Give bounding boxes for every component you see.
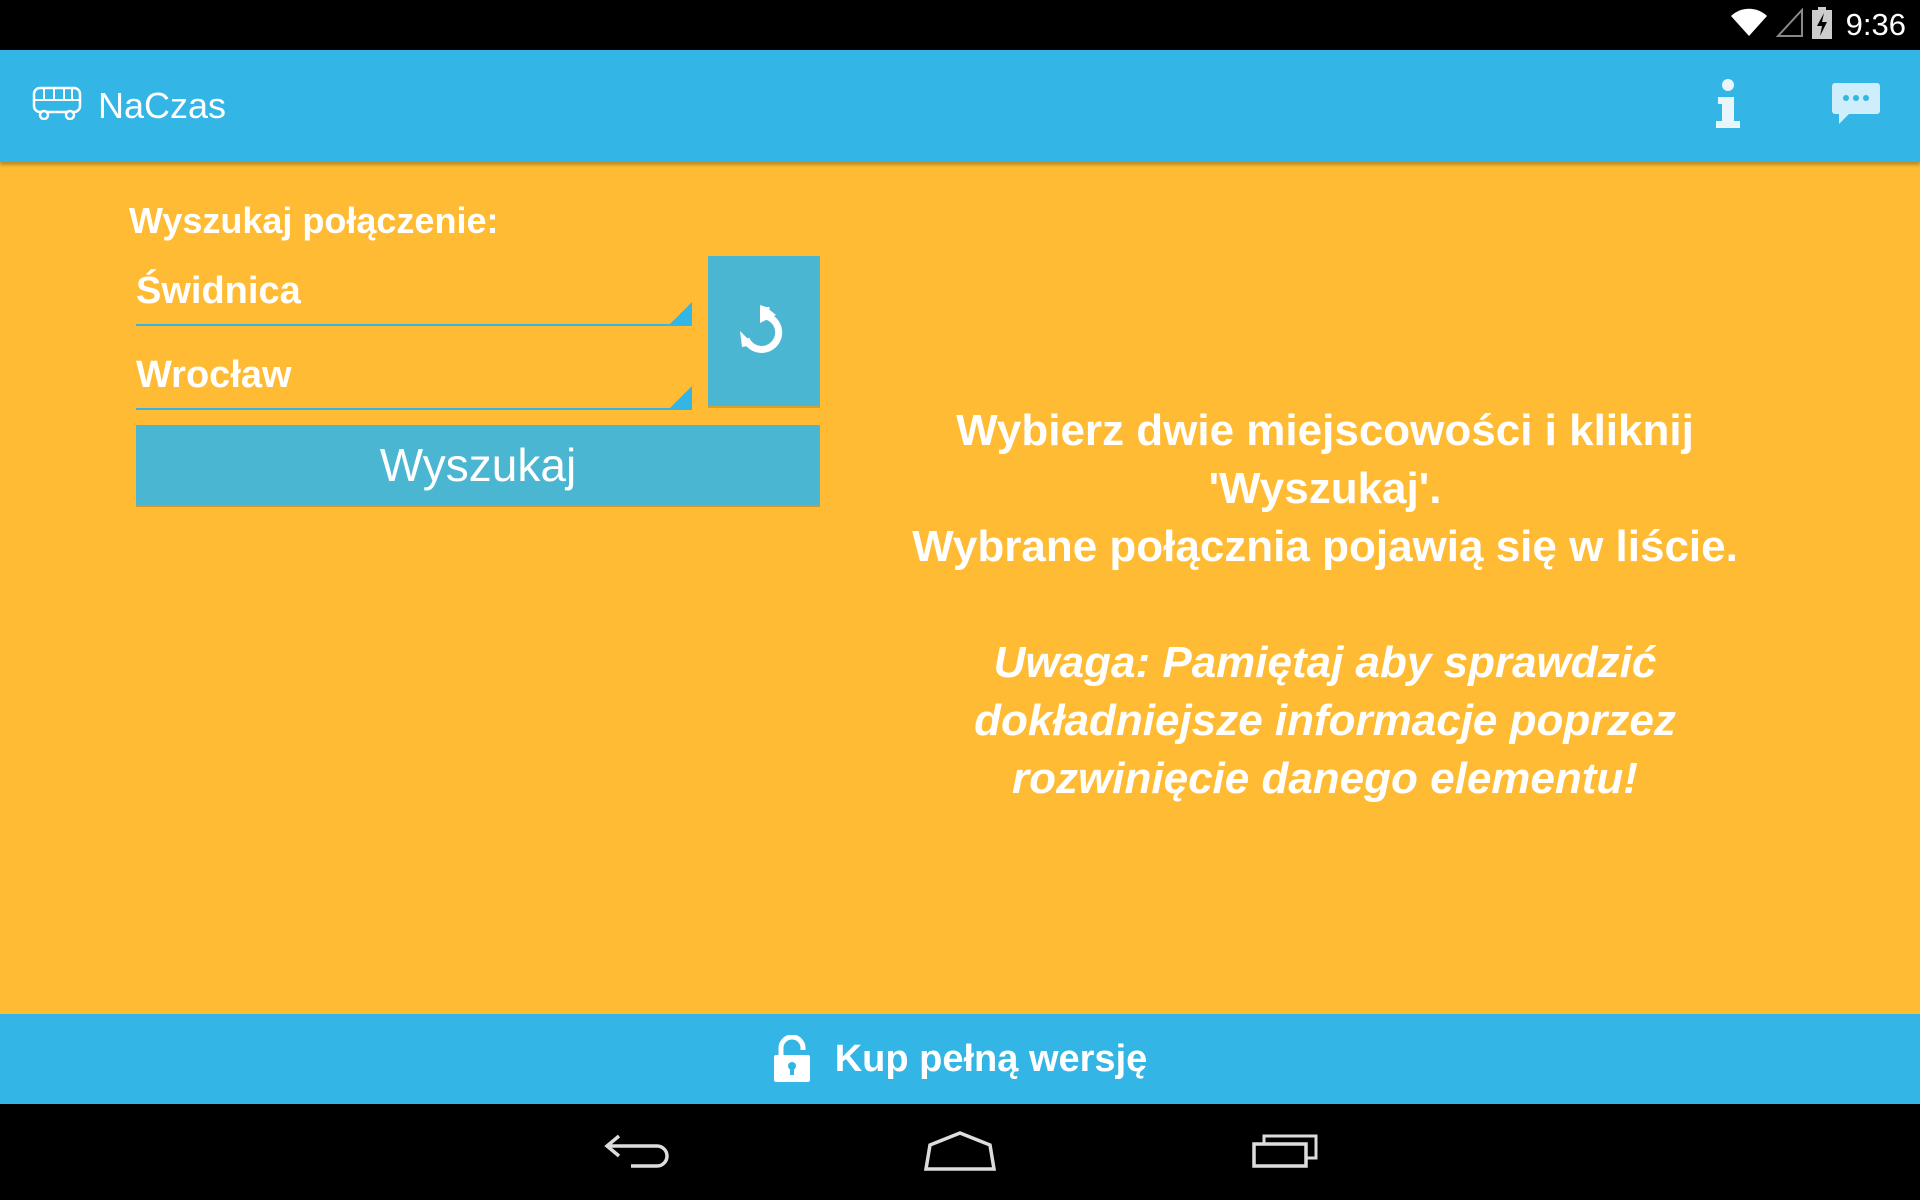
- action-bar: NaCzas: [0, 50, 1920, 162]
- clock: 9:36: [1845, 7, 1906, 42]
- to-city-spinner[interactable]: Wrocław: [136, 342, 692, 410]
- recents-button[interactable]: [1246, 1126, 1324, 1178]
- instructions-line-1: Wybierz dwie miejscowości i kliknij 'Wys…: [956, 406, 1694, 513]
- back-icon: [601, 1130, 671, 1175]
- instructions-line-2: Wybrane połącznia pojawią się w liście.: [912, 522, 1738, 571]
- swap-cities-button[interactable]: [708, 256, 820, 406]
- swap-icon: [736, 301, 792, 362]
- chat-icon: [1831, 81, 1881, 132]
- bus-icon: [32, 86, 82, 125]
- lock-icon: [773, 1035, 811, 1083]
- app-title: NaCzas: [98, 85, 227, 126]
- chat-button[interactable]: [1826, 78, 1886, 134]
- home-icon: [922, 1129, 998, 1176]
- wifi-icon: [1730, 8, 1768, 43]
- status-icons: 9:36: [1730, 0, 1906, 50]
- search-button-label: Wyszukaj: [379, 439, 577, 491]
- info-icon: [1714, 78, 1742, 134]
- buy-label: Kup pełną wersję: [834, 1037, 1148, 1080]
- from-city-spinner[interactable]: Świdnica: [136, 258, 692, 326]
- dropdown-arrow-icon: [670, 386, 692, 408]
- from-city-value: Świdnica: [136, 270, 301, 312]
- signal-icon: [1775, 6, 1804, 43]
- info-button[interactable]: [1700, 78, 1756, 134]
- recents-icon: [1250, 1130, 1320, 1175]
- main-content: Wyszukaj połączenie: Świdnica Wrocław Wy…: [0, 162, 1920, 1014]
- warning-note: Uwaga: Pamiętaj aby sprawdzić dokładniej…: [974, 638, 1676, 803]
- instructions: Wybierz dwie miejscowości i kliknij 'Wys…: [860, 402, 1790, 576]
- search-button[interactable]: Wyszukaj: [136, 425, 820, 505]
- battery-charging-icon: [1811, 6, 1832, 44]
- back-button[interactable]: [596, 1126, 676, 1178]
- status-bar: 9:36: [0, 0, 1920, 50]
- navigation-bar: [0, 1104, 1920, 1200]
- to-city-value: Wrocław: [136, 354, 292, 396]
- home-button[interactable]: [918, 1126, 1002, 1178]
- buy-full-version-button[interactable]: Kup pełną wersję: [0, 1014, 1920, 1104]
- dropdown-arrow-icon: [670, 302, 692, 324]
- search-label: Wyszukaj połączenie:: [129, 200, 499, 241]
